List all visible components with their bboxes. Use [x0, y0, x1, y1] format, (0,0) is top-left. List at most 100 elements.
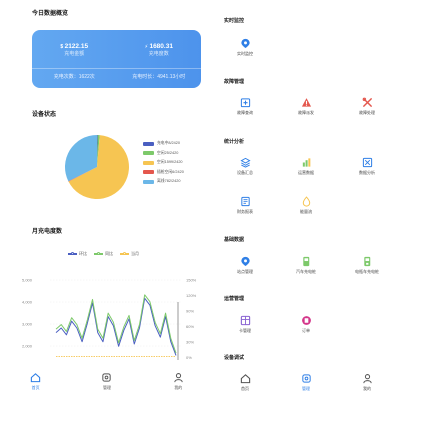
energy-icon [302, 196, 310, 207]
grid-item-finance-report[interactable]: 财务报表 [225, 196, 265, 215]
grid-item-label: 故障派发 [298, 110, 314, 115]
tab-manage-right[interactable]: 管理 [286, 373, 326, 392]
legend-label: 插枪空闲6/2420 [157, 169, 184, 174]
device-status-pie-chart [65, 135, 129, 199]
user-icon [174, 373, 183, 383]
charge-power-label: 充电度数 [148, 51, 169, 57]
monitor-icon [240, 38, 250, 49]
line-legend-item[interactable]: 当月 [120, 251, 139, 257]
tab-mine-right[interactable]: 我的 [347, 373, 387, 392]
tab-mine-label: 我的 [174, 385, 183, 390]
legend-label: 环比 [79, 251, 87, 256]
charge-amount-value: $ 2122.15 [60, 43, 89, 50]
grid-item-label: 电瓶车充电桩 [355, 269, 379, 274]
grid-item-label: 首页 [241, 386, 249, 391]
y-right-tick-label: 90% [186, 309, 194, 314]
y-left-tick-label: 3,000 [22, 322, 33, 327]
wrench-icon [362, 97, 372, 107]
legend-label: 充电中8/2420 [157, 141, 181, 146]
tab-mine[interactable]: 我的 [143, 372, 214, 400]
pie-legend-item[interactable]: 充电中8/2420 [143, 139, 184, 149]
card-divider [32, 68, 201, 69]
station-pin-icon [240, 256, 250, 267]
grid-item-operation-data[interactable]: 运营数据 [286, 157, 326, 176]
grid-item-label: 站点管理 [237, 269, 253, 274]
app-screenshot: 今日数据概览 $ 2122.15 充电金额 ⚡ 1680.31 充电度数 充电次… [0, 0, 435, 433]
group-title-fault: 故障管理 [224, 79, 245, 85]
user-icon [362, 374, 372, 384]
legend-marker [94, 251, 103, 255]
group-title-basic: 基础数据 [224, 237, 245, 243]
legend-swatch [143, 170, 154, 175]
y-right-tick-label: 150% [186, 278, 197, 283]
grid-item-station-manage[interactable]: 站点管理 [225, 256, 265, 275]
order-icon [301, 316, 311, 325]
ebike-charger-icon [363, 256, 370, 267]
report-icon [240, 196, 250, 207]
pie-legend-item[interactable]: 空闲25/2420 [143, 149, 184, 159]
analysis-icon [362, 157, 372, 168]
legend-marker [120, 251, 129, 255]
line-legend-item[interactable]: 同比 [94, 251, 113, 257]
grid-item-label: 卡管理 [239, 328, 251, 333]
charge-duration: 充电时长：4941.13小时 [132, 74, 186, 80]
y-right-tick-label: 30% [186, 340, 194, 345]
management-screen: 实时监控 实时监控 故障管理 故障查询 故障派发 故障处理 统计分析 设备汇总 … [214, 0, 435, 400]
group-title-operation: 运营管理 [224, 296, 245, 302]
grid-item-monitor[interactable]: 实时监控 [225, 38, 265, 57]
legend-marker [68, 251, 77, 255]
grid-item-ebike-charger[interactable]: 电瓶车充电桩 [347, 256, 387, 275]
pie-legend-item[interactable]: 空闲1599/2420 [143, 158, 184, 168]
station-icon [102, 373, 112, 382]
group-title-stats: 统计分析 [224, 139, 245, 145]
charge-power-value: ⚡ 1680.31 [144, 43, 173, 50]
grid-item-order[interactable]: 订单 [286, 315, 326, 334]
grid-item-label: 故障处理 [359, 110, 375, 115]
y-right-tick-label: 60% [186, 324, 194, 329]
car-charger-icon [302, 256, 309, 267]
grid-item-device-summary[interactable]: 设备汇总 [225, 157, 265, 176]
grid-item-fault-dispatch[interactable]: 故障派发 [286, 97, 326, 116]
grid-item-car-charger[interactable]: 汽车充电桩 [286, 256, 326, 275]
grid-item-fault-handle[interactable]: 故障处理 [347, 97, 387, 116]
tab-home-right[interactable]: 首页 [225, 373, 265, 392]
tab-home[interactable]: 首页 [0, 372, 71, 400]
grid-item-data-analysis[interactable]: 数据分析 [347, 157, 387, 176]
line-chart-legend: 环比 同比 当月 [68, 251, 139, 257]
charge-amount-label: 充电金额 [64, 51, 85, 57]
grid-item-label: 故障查询 [237, 110, 253, 115]
pie-legend-item[interactable]: 插枪空闲6/2420 [143, 168, 184, 178]
grid-item-label: 管理 [302, 386, 310, 391]
overview-card[interactable]: $ 2122.15 充电金额 ⚡ 1680.31 充电度数 充电次数：1622次… [32, 30, 201, 88]
grid-item-card-manage[interactable]: 卡管理 [225, 315, 265, 334]
line-legend-item[interactable]: 环比 [68, 251, 87, 257]
grid-item-label: 财务报表 [237, 209, 253, 214]
legend-label: 空闲25/2420 [157, 150, 179, 155]
dashboard-screen: 今日数据概览 $ 2122.15 充电金额 ⚡ 1680.31 充电度数 充电次… [0, 0, 214, 400]
legend-label: 空闲1599/2420 [157, 160, 183, 165]
tab-manage[interactable]: 管理 [71, 372, 142, 400]
y-left-tick-label: 2,000 [22, 344, 33, 349]
group-title-debug: 设备调试 [224, 355, 245, 361]
y-right-tick-label: 0% [186, 355, 192, 360]
monthly-power-line-chart: 5,000 4,000 3,000 2,000 150% 120% 90% 60% 30% 0% [22, 278, 197, 360]
pie-legend-item[interactable]: 离线782/2420 [143, 177, 184, 187]
device-status-title: 设备状态 [32, 112, 57, 118]
fault-query-icon [240, 98, 250, 108]
grid-item-label: 能量流 [300, 209, 312, 214]
group-title-monitor: 实时监控 [224, 18, 245, 24]
tab-home-label: 首页 [31, 385, 40, 390]
home-icon [30, 373, 41, 383]
y-right-tick-label: 120% [186, 293, 197, 298]
warning-icon [301, 98, 311, 107]
legend-swatch [143, 160, 154, 165]
pie-legend: 充电中8/2420 空闲25/2420 空闲1599/2420 插枪空闲6/2420 离… [143, 139, 184, 187]
month-chart-title: 月充电度数 [32, 229, 63, 235]
legend-swatch [143, 151, 154, 156]
legend-label: 当月 [131, 251, 139, 256]
legend-label: 离线782/2420 [157, 179, 181, 184]
grid-item-label: 数据分析 [359, 170, 375, 175]
grid-item-fault-query[interactable]: 故障查询 [225, 97, 265, 116]
y-left-tick-label: 5,000 [22, 278, 33, 283]
grid-item-energy-flow[interactable]: 能量流 [286, 196, 326, 215]
